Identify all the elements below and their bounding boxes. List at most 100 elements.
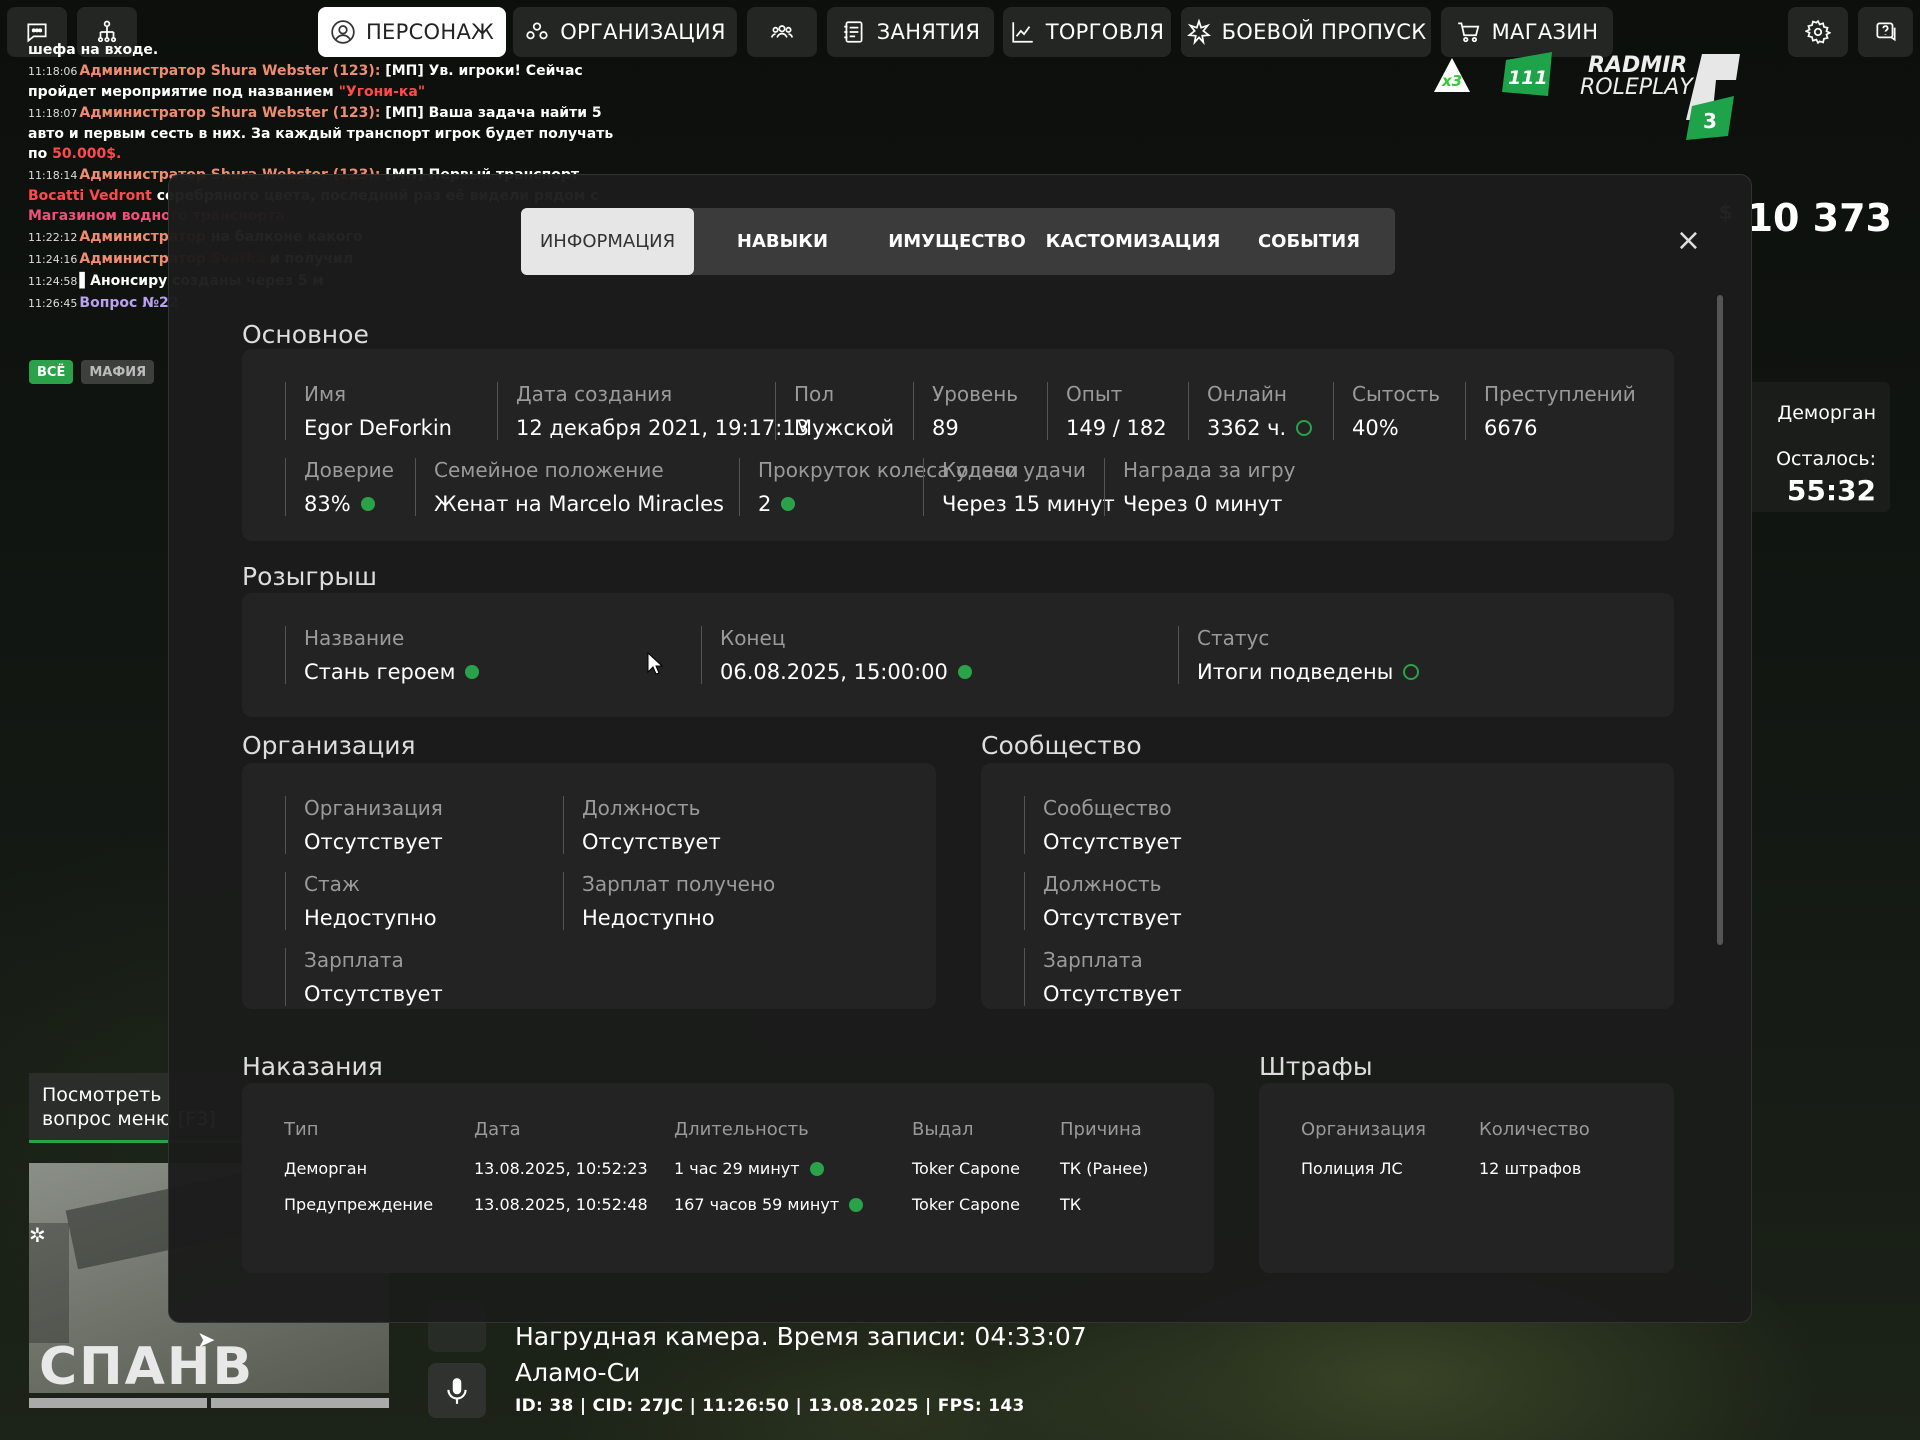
field-label: Статус <box>1197 626 1270 650</box>
tab-events[interactable]: СОБЫТИЯ <box>1223 208 1395 275</box>
field-value: Мужской <box>794 416 894 440</box>
field-label: Онлайн <box>1207 382 1287 406</box>
nav-battle-pass-button[interactable]: БОЕВОЙ ПРОПУСК <box>1181 7 1431 57</box>
nav-activities-label: ЗАНЯТИЯ <box>876 20 981 44</box>
field-value: Стань героем <box>304 660 480 684</box>
field-label: Зарплата <box>1043 948 1143 972</box>
nav-activities-button[interactable]: ЗАНЯТИЯ <box>827 7 994 57</box>
field-value: 06.08.2025, 15:00:00 <box>720 660 972 684</box>
field-label: Имя <box>304 382 347 406</box>
field-value: 83% <box>304 492 394 516</box>
question-bubble-icon <box>1875 22 1896 42</box>
chat-text: шефа на входе. <box>28 42 159 58</box>
chat-timestamp: 11:18:06 <box>28 65 78 78</box>
tab-customization[interactable]: КАСТОМИЗАЦИЯ <box>1046 208 1220 275</box>
table-cell-text: Предупреждение <box>284 1195 434 1214</box>
server-logo: x3 111 RADMIR ROLEPLAY 3 <box>1430 50 1890 145</box>
field-value-text: Отсутствует <box>1043 906 1182 930</box>
field-label: Зарплат получено <box>582 872 776 896</box>
chat-text: Вопрос №22 <box>79 295 179 311</box>
field-label: Должность <box>1043 872 1162 896</box>
field-value: 12 декабря 2021, 19:17:13 <box>516 416 809 440</box>
field-value-text: 06.08.2025, 15:00:00 <box>720 660 948 684</box>
tab-property[interactable]: ИМУЩЕСТВО <box>871 208 1043 275</box>
info-field: Организация Отсутствует <box>285 796 443 854</box>
field-value-text: 83% <box>304 492 351 516</box>
field-value: 3362 ч. <box>1207 416 1313 440</box>
table-cell: Предупреждение <box>284 1195 433 1214</box>
field-label: Колесо удачи <box>942 458 1086 482</box>
field-value-text: Отсутствует <box>582 830 721 854</box>
section-organization-title: Организация <box>242 731 416 760</box>
table-cell-text: 1 час 29 минут <box>674 1159 800 1178</box>
voice-button[interactable] <box>428 1363 486 1418</box>
info-dot-icon[interactable] <box>360 497 375 511</box>
section-punishments-title: Наказания <box>242 1052 383 1081</box>
table-cell: 12 штрафов <box>1479 1159 1582 1178</box>
info-field: Пол Мужской <box>775 382 894 440</box>
field-value: 149 / 182 <box>1066 416 1167 440</box>
chat-filter-all[interactable]: ВСЁ <box>29 360 74 384</box>
field-value-text: 40% <box>1352 416 1399 440</box>
info-dot-icon[interactable] <box>465 665 480 679</box>
info-dot-icon[interactable] <box>957 665 972 679</box>
chat-timestamp: 11:18:14 <box>28 169 78 182</box>
info-dot-icon[interactable] <box>781 497 796 511</box>
field-label: Сообщество <box>1043 796 1172 820</box>
info-field: Зарплата Отсутствует <box>1024 948 1182 1006</box>
tab-skills[interactable]: НАВЫКИ <box>697 208 868 275</box>
info-field: Преступлений 6676 <box>1465 382 1636 440</box>
table-cell: 1 час 29 минут <box>674 1159 824 1178</box>
chat-timestamp: 11:22:12 <box>28 231 78 244</box>
field-value-text: Мужской <box>794 416 895 440</box>
info-field: Название Стань героем <box>285 626 480 684</box>
field-value: Через 0 минут <box>1123 492 1295 516</box>
field-value-text: Egor DeForkin <box>304 416 452 440</box>
info-field: Конец 06.08.2025, 15:00:00 <box>701 626 972 684</box>
info-field: Опыт 149 / 182 <box>1047 382 1167 440</box>
field-value-text: Через 15 минут <box>942 492 1115 516</box>
info-field: Стаж Недоступно <box>285 872 437 930</box>
table-cell: ТК <box>1060 1195 1081 1214</box>
field-label: Награда за игру <box>1123 458 1296 482</box>
nav-community-button[interactable] <box>747 7 817 57</box>
modal-scrollbar[interactable] <box>1717 295 1723 945</box>
tab-information[interactable]: ИНФОРМАЦИЯ <box>521 208 694 275</box>
field-value-text: 6676 <box>1484 416 1538 440</box>
section-basic-title: Основное <box>242 320 369 349</box>
help-circle-icon[interactable] <box>1296 420 1313 436</box>
chat-filter-mafia[interactable]: МАФИЯ <box>81 360 155 384</box>
chart-icon <box>1012 22 1033 43</box>
table-cell: 13.08.2025, 10:52:48 <box>474 1195 648 1214</box>
table-header: Организация <box>1301 1119 1426 1140</box>
chat-text: ▌Анонсиру <box>79 273 168 289</box>
table-cell-text: 167 часов 59 минут <box>674 1195 840 1214</box>
chat-filters: ВСЁ МАФИЯ <box>29 360 155 384</box>
close-icon[interactable]: × <box>1676 223 1701 258</box>
field-value: 40% <box>1352 416 1440 440</box>
field-label: Опыт <box>1066 382 1123 406</box>
info-field: Дата создания 12 декабря 2021, 19:17:13 <box>497 382 809 440</box>
table-header: Дата <box>474 1119 521 1140</box>
brand-line-2: ROLEPLAY <box>1580 75 1694 100</box>
field-value-text: 2 <box>758 492 772 516</box>
field-value-text: Стань героем <box>304 660 456 684</box>
table-cell-text: ТК (Ранее) <box>1060 1159 1149 1178</box>
info-dot-icon[interactable] <box>849 1197 864 1212</box>
info-field: Семейное положение Женат на Marcelo Mirac… <box>415 458 724 516</box>
star-burst-icon <box>1186 19 1211 45</box>
field-label: Название <box>304 626 405 650</box>
field-value-text: Женат на Marcelo Miracles <box>434 492 725 516</box>
section-fines-title: Штрафы <box>1259 1052 1373 1081</box>
field-value: Через 15 минут <box>942 492 1115 516</box>
help-circle-icon[interactable] <box>1403 664 1420 680</box>
nav-battle-pass-label: БОЕВОЙ ПРОПУСК <box>1221 20 1427 44</box>
nav-trade-button[interactable]: ТОРГОВЛЯ <box>1003 7 1171 57</box>
remaining-time: 55:32 <box>1786 474 1876 507</box>
field-value-text: Через 0 минут <box>1123 492 1283 516</box>
info-field: Сообщество Отсутствует <box>1024 796 1182 854</box>
field-value-text: 12 декабря 2021, 19:17:13 <box>516 416 810 440</box>
field-value: Отсутствует <box>1043 906 1182 930</box>
chat-text: Администратор Shura Webster (123): <box>79 105 381 121</box>
info-dot-icon[interactable] <box>809 1161 824 1176</box>
